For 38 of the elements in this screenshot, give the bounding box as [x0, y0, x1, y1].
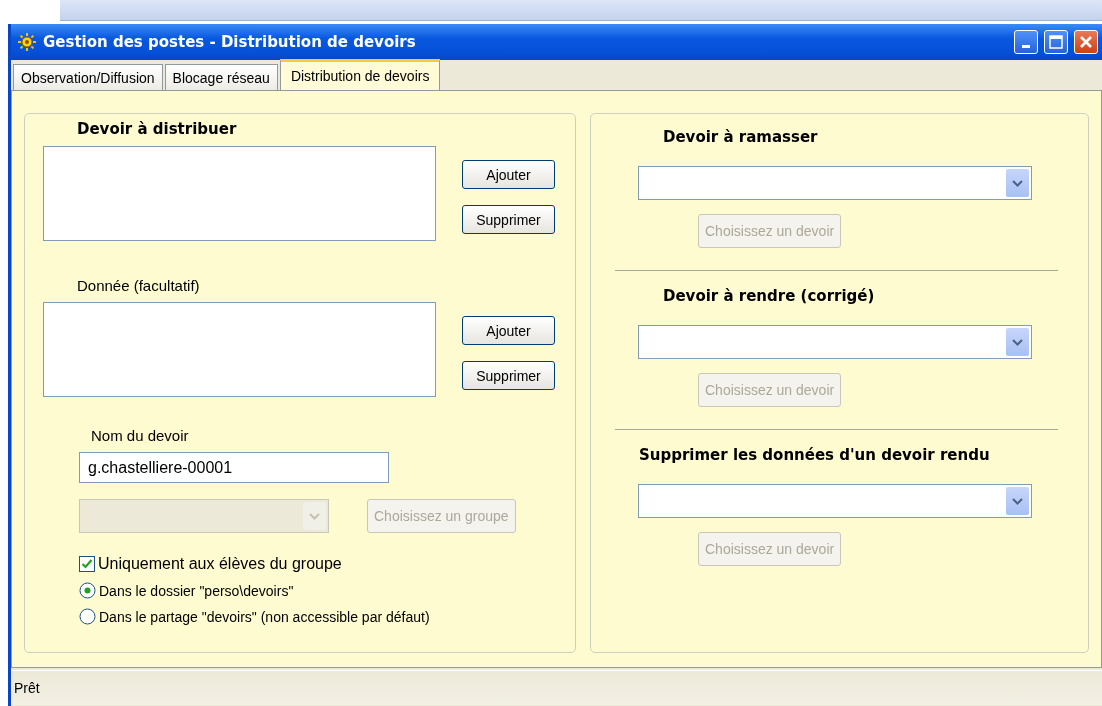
radio-button[interactable]: [79, 608, 96, 625]
checkbox-label: Uniquement aux élèves du groupe: [98, 555, 342, 573]
chevron-icon: [1012, 179, 1023, 187]
section-label: Donnée (facultatif): [77, 277, 201, 294]
section-heading: Devoir à rendre (corrigé): [663, 287, 876, 305]
close-button[interactable]: [1074, 30, 1098, 54]
radio-button[interactable]: [79, 582, 96, 599]
file-list[interactable]: [43, 302, 436, 397]
minimize-button[interactable]: [1014, 30, 1038, 54]
minimize-icon: [1022, 44, 1030, 48]
action-button[interactable]: Ajouter: [462, 316, 555, 345]
close-icon: [1079, 35, 1093, 49]
action-button[interactable]: Supprimer: [462, 205, 555, 234]
chevron-icon: [309, 512, 320, 520]
section-heading: Supprimer les données d'un devoir rendu: [639, 446, 991, 464]
assignment-dropdown[interactable]: [638, 484, 1032, 518]
assignment-dropdown[interactable]: [638, 166, 1032, 200]
section-label: Devoir à distribuer: [77, 120, 238, 138]
radio-label: Dans le partage "devoirs" (non accessible par défaut): [99, 608, 430, 625]
action-button[interactable]: Supprimer: [462, 361, 555, 390]
chevron-icon: [1012, 497, 1023, 505]
action-button[interactable]: Ajouter: [462, 160, 555, 189]
status-bar: Prêt: [11, 670, 1102, 705]
tab[interactable]: Observation/Diffusion: [13, 64, 163, 90]
window-title: Gestion des postes - Distribution de devoirs: [43, 33, 417, 51]
maximize-icon: [1049, 35, 1063, 49]
chevron-icon: [1012, 338, 1023, 346]
field-label: Nom du devoir: [91, 427, 190, 444]
sun-icon: [17, 32, 37, 52]
file-list[interactable]: [43, 146, 436, 241]
checkbox[interactable]: [79, 556, 95, 572]
assignment-dropdown[interactable]: [638, 325, 1032, 359]
radio-label: Dans le dossier "perso\devoirs": [99, 582, 294, 599]
tab[interactable]: Blocage réseau: [164, 64, 278, 90]
maximize-button[interactable]: [1044, 30, 1068, 54]
tab[interactable]: Distribution de devoirs: [279, 59, 441, 90]
section-heading: Devoir à ramasser: [663, 128, 819, 146]
name-field[interactable]: g.chastelliere-00001: [79, 452, 389, 483]
